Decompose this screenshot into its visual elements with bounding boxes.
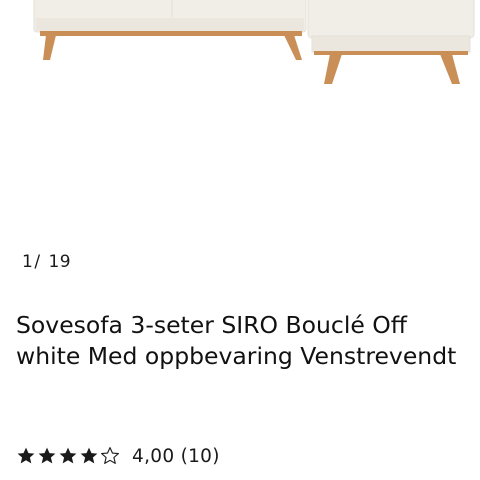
sofa-leg-left: [43, 35, 56, 60]
chaise-leg-left: [324, 54, 342, 84]
star-filled-icon: [80, 447, 98, 464]
star-filled-icon: [17, 447, 35, 464]
chaise-body: [307, 0, 475, 39]
chaise-leg-right: [440, 54, 460, 84]
chaise-base: [311, 35, 471, 53]
rating-text: 4,00 (10): [132, 445, 220, 467]
sofa-base: [36, 18, 304, 32]
sofa-frame: [40, 31, 302, 36]
gallery-current: 1: [22, 252, 34, 272]
gallery-counter: 1/ 19: [22, 252, 71, 272]
product-image[interactable]: [0, 0, 480, 240]
product-title: Sovesofa 3-seter SIRO Bouclé Off white M…: [16, 311, 457, 370]
sofa-leg-right: [284, 35, 302, 60]
product-rating[interactable]: 4,00 (10): [16, 442, 220, 470]
star-filled-icon: [38, 447, 56, 464]
rating-stars: [16, 446, 120, 466]
star-filled-icon: [59, 447, 77, 464]
star-empty-icon: [101, 447, 119, 464]
gallery-separator: /: [34, 252, 41, 272]
sofa-illustration: [33, 0, 475, 84]
gallery-total: 19: [48, 252, 72, 272]
